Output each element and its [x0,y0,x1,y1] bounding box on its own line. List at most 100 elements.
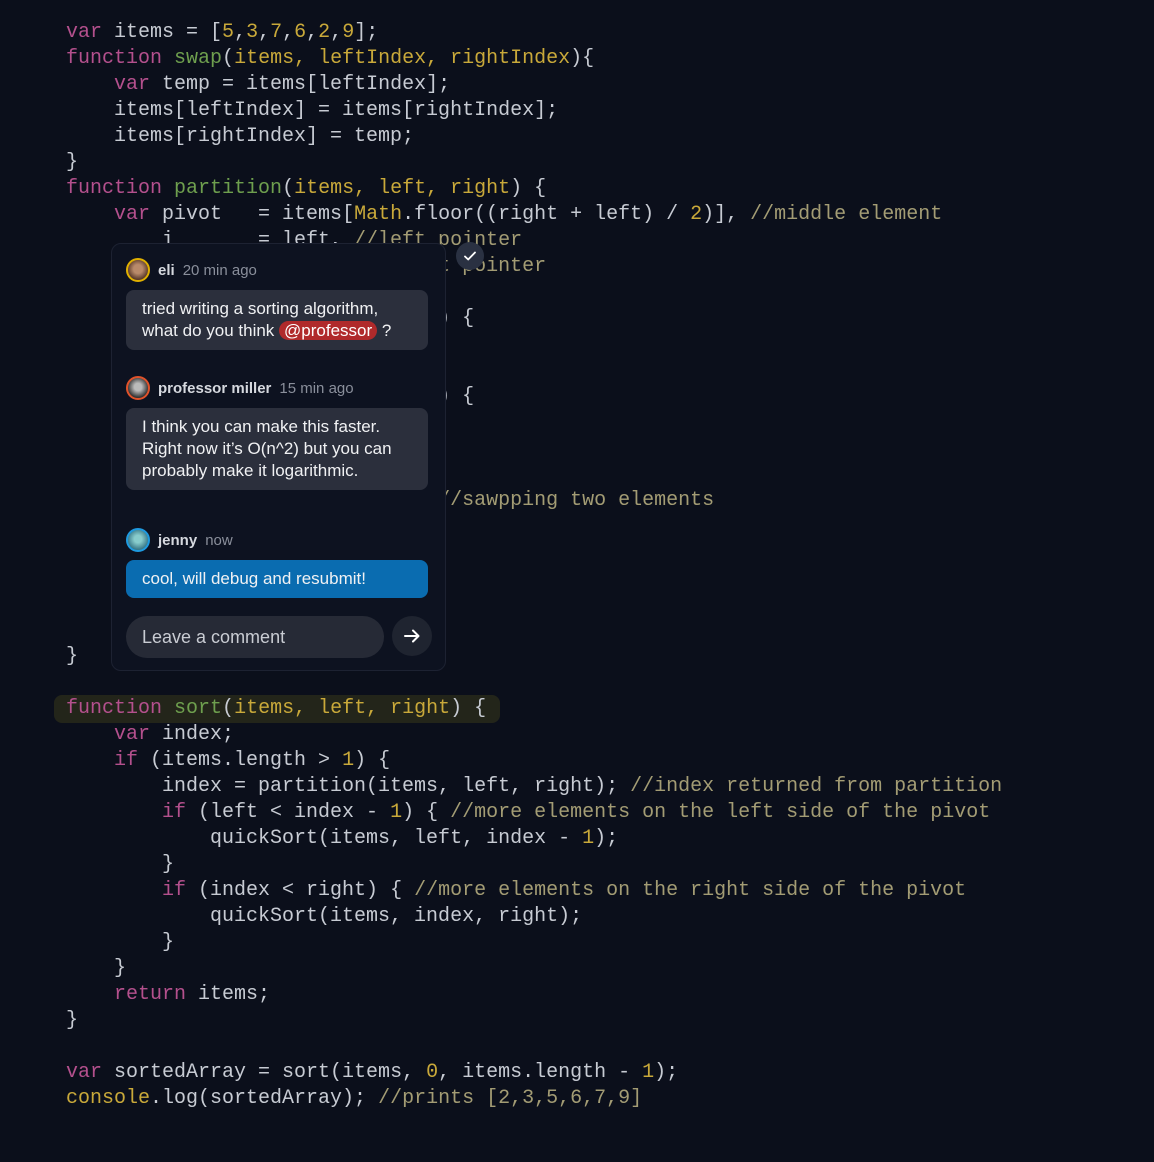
code-line: } [66,1008,1002,1034]
code-token: 0 [426,1061,439,1084]
avatar [126,528,150,552]
code-token: , [306,21,319,44]
code-token: sortedArray = sort(items, [102,1061,427,1084]
code-token: ) { [402,801,451,824]
comment-thread-popup: eli 20 min ago tried writing a sorting a… [111,243,446,671]
comment-input[interactable] [126,616,384,658]
code-token: var [114,723,151,746]
avatar [126,376,150,400]
code-token: function [66,697,163,720]
code-token: function [66,47,163,70]
code-token: 1 [390,801,403,824]
code-token: items = [ [102,21,223,44]
comment-bubble: cool, will debug and resubmit! [126,560,428,598]
code-line: quickSort(items, left, index - 1); [66,826,1002,852]
code-line: } [66,150,1002,176]
comment-header: professor miller 15 min ago [126,376,354,400]
code-token: } [66,853,175,876]
code-token: function [66,177,163,200]
code-token: } [66,957,127,980]
code-token: var [66,1061,103,1084]
code-token: items, left, right [234,697,451,720]
code-token: sort [174,697,223,720]
code-token: items, leftIndex, rightIndex [234,47,571,70]
code-line: function partition(items, left, right) { [66,176,1002,202]
comment-time: now [205,531,233,549]
code-token: ) { [510,177,547,200]
code-token: ); [594,827,619,850]
code-token: var [114,203,151,226]
code-token: quickSort(items, index, right); [66,905,583,928]
code-token: (items.length > [138,749,343,772]
comment-header: jenny now [126,528,233,552]
code-token: } [66,1009,79,1032]
code-token: index = partition(items, left, right); [66,775,631,798]
code-token: pivot = items[ [150,203,355,226]
code-line: var index; [66,722,1002,748]
code-token: var [114,73,151,96]
code-token: .log(sortedArray); [150,1087,379,1110]
code-token: 2 [690,203,703,226]
comment-author: eli [158,261,175,279]
comment-author: professor miller [158,379,272,397]
code-token: var [66,21,103,44]
comment-time: 20 min ago [182,261,257,279]
avatar [126,258,150,282]
code-token: 1 [342,749,355,772]
code-token: , [258,21,271,44]
code-line: var temp = items[leftIndex]; [66,72,1002,98]
code-line: var items = [5,3,7,6,2,9]; [66,20,1002,46]
arrow-right-icon [404,629,420,643]
code-line: return items; [66,982,1002,1008]
code-token: if [114,749,139,772]
code-token: 1 [582,827,595,850]
code-token: 6 [294,21,307,44]
code-token: items; [186,983,271,1006]
send-button[interactable] [392,616,432,656]
code-token: , [234,21,247,44]
code-token: index; [150,723,235,746]
code-token: ); [654,1061,679,1084]
code-token: , items.length - [438,1061,643,1084]
code-token: Math [354,203,403,226]
code-token: temp = items[leftIndex]; [150,73,451,96]
code-line: index = partition(items, left, right); /… [66,774,1002,800]
mention-tag[interactable]: @professor [279,321,378,340]
code-token: )], [702,203,751,226]
code-token: (index < right) { [186,879,415,902]
code-token: quickSort(items, left, index - [66,827,583,850]
comment-text: ? [377,321,392,340]
comment-author: jenny [158,531,198,549]
code-token: ( [222,47,235,70]
code-line: quickSort(items, index, right); [66,904,1002,930]
check-icon [464,251,476,261]
code-line: } [66,956,1002,982]
code-token: partition [174,177,283,200]
code-token: 5 [222,21,235,44]
code-token: 9 [342,21,355,44]
code-token: if [162,879,187,902]
code-token: .floor((right + left) / [402,203,691,226]
comment-text: cool, will debug and resubmit! [142,569,366,588]
code-line: var pivot = items[Math.floor((right + le… [66,202,1002,228]
code-token: //more elements on the left side of the … [450,801,991,824]
code-line: items[rightIndex] = temp; [66,124,1002,150]
code-token: //more elements on the right side of the… [414,879,967,902]
code-token: return [114,983,187,1006]
code-token: , [330,21,343,44]
resolve-button[interactable] [456,242,484,270]
code-line: console.log(sortedArray); //prints [2,3,… [66,1086,1002,1112]
comment-bubble: I think you can make this faster. Right … [126,408,428,490]
code-token: } [66,645,79,668]
comment-time: 15 min ago [279,379,354,397]
code-token: ( [282,177,295,200]
